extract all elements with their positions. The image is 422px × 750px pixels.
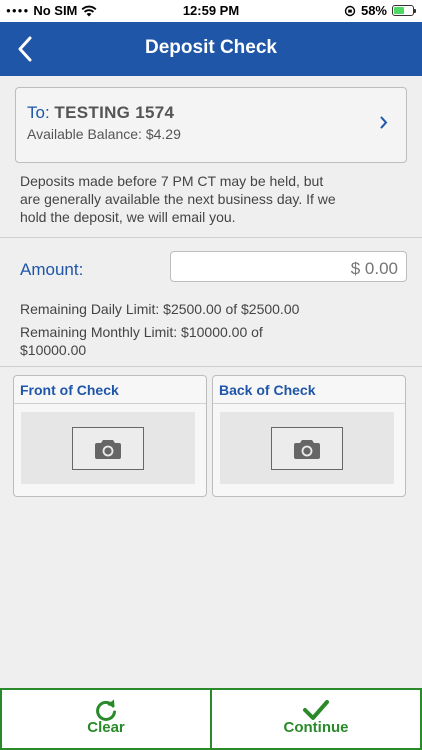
- front-camera-button[interactable]: [72, 427, 144, 470]
- clear-button[interactable]: Clear: [0, 688, 212, 750]
- refresh-icon: [96, 699, 116, 721]
- status-right: 58%: [344, 3, 416, 18]
- camera-icon: [95, 439, 121, 459]
- divider: [0, 366, 422, 367]
- back-of-check-title: Back of Check: [213, 376, 405, 404]
- back-of-check-card: Back of Check: [212, 375, 406, 497]
- continue-button[interactable]: Continue: [212, 688, 422, 750]
- amount-input[interactable]: [170, 251, 407, 282]
- amount-label: Amount:: [20, 260, 84, 279]
- bottom-action-bar: Clear Continue: [0, 688, 422, 750]
- front-of-check-title: Front of Check: [14, 376, 206, 404]
- account-name: TESTING 1574: [54, 103, 175, 122]
- chevron-right-icon: [380, 116, 388, 129]
- battery-icon: [392, 5, 416, 16]
- deposit-notice: Deposits made before 7 PM CT may be held…: [20, 173, 336, 226]
- back-photo-area[interactable]: [220, 412, 394, 484]
- battery-fill: [394, 7, 405, 14]
- divider: [0, 237, 422, 238]
- front-photo-area[interactable]: [21, 412, 195, 484]
- checkmark-icon: [303, 700, 329, 720]
- continue-label: Continue: [283, 719, 349, 736]
- orientation-lock-icon: [344, 5, 356, 16]
- nav-bar: Deposit Check: [0, 22, 422, 76]
- camera-icon: [294, 439, 320, 459]
- account-selector[interactable]: To: TESTING 1574 Available Balance: $4.2…: [15, 87, 407, 163]
- monthly-limit: Remaining Monthly Limit: $10000.00 of $1…: [20, 324, 263, 359]
- daily-limit: Remaining Daily Limit: $2500.00 of $2500…: [20, 301, 300, 317]
- available-balance: Available Balance: $4.29: [27, 126, 181, 142]
- battery-percent: 58%: [360, 3, 387, 18]
- status-bar: ●●●● No SIM 12:59 PM 58%: [0, 0, 422, 22]
- to-label: To:: [27, 103, 50, 122]
- page-title: Deposit Check: [145, 37, 277, 58]
- back-camera-button[interactable]: [271, 427, 343, 470]
- front-of-check-card: Front of Check: [13, 375, 207, 497]
- account-to-line: To: TESTING 1574: [27, 103, 174, 123]
